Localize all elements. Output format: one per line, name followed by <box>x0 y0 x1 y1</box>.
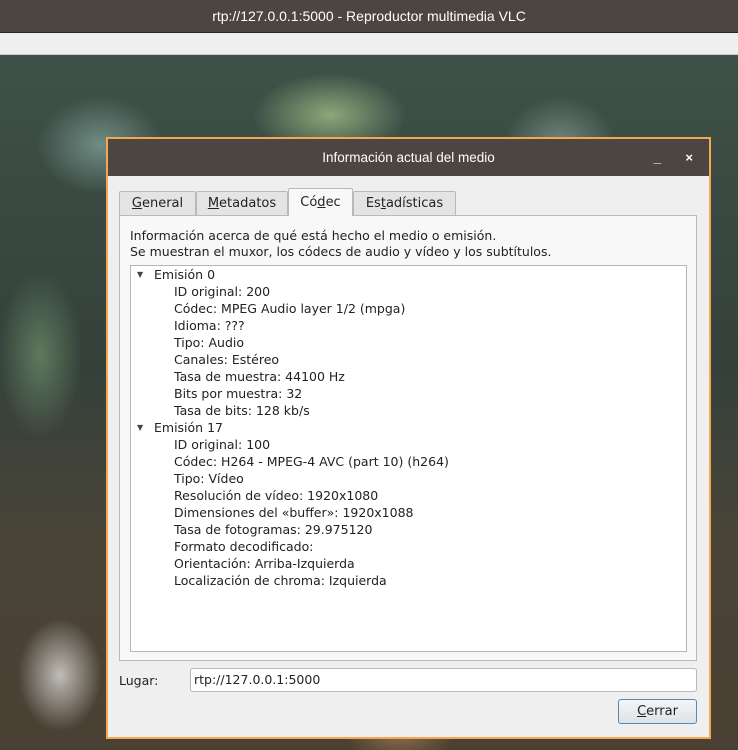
stream-property[interactable]: Formato decodificado: <box>131 538 686 555</box>
stream-property[interactable]: Orientación: Arriba-Izquierda <box>131 555 686 572</box>
tab-mnemonic: M <box>207 196 220 211</box>
stream-node[interactable]: ▼ Emisión 0 <box>131 266 686 283</box>
tab-label: Es <box>365 196 381 211</box>
close-icon[interactable]: × <box>685 139 693 176</box>
minimize-button[interactable]: _ <box>653 139 661 176</box>
button-label: errar <box>646 704 678 719</box>
stream-name: Emisión 0 <box>154 267 216 282</box>
stream-node[interactable]: ▼ Emisión 17 <box>131 419 686 436</box>
stream-property[interactable]: Tipo: Vídeo <box>131 470 686 487</box>
close-button[interactable]: Cerrar <box>618 699 697 724</box>
tab-general[interactable]: General <box>119 191 196 215</box>
codec-description: Información acerca de qué está hecho el … <box>130 228 551 260</box>
stream-property[interactable]: Tipo: Audio <box>131 334 686 351</box>
dialog-title: Información actual del medio <box>322 150 495 165</box>
stream-property[interactable]: Códec: H264 - MPEG-4 AVC (part 10) (h264… <box>131 453 686 470</box>
stream-property[interactable]: Tasa de bits: 128 kb/s <box>131 402 686 419</box>
stream-property[interactable]: ID original: 100 <box>131 436 686 453</box>
tab-mnemonic: d <box>317 195 326 210</box>
stream-property[interactable]: Tasa de muestra: 44100 Hz <box>131 368 686 385</box>
window-title: rtp://127.0.0.1:5000 - Reproductor multi… <box>212 8 526 24</box>
codec-panel: Información acerca de qué está hecho el … <box>119 215 697 661</box>
tab-metadatos[interactable]: Metadatos <box>196 191 288 215</box>
tab-label: Có <box>300 195 318 210</box>
button-mnemonic: C <box>637 704 647 719</box>
tab-mnemonic: G <box>131 196 142 211</box>
tab-label: eneral <box>141 196 184 211</box>
location-field[interactable]: rtp://127.0.0.1:5000 <box>190 668 697 692</box>
tab-estadisticas[interactable]: Estadísticas <box>353 191 456 215</box>
stream-property[interactable]: Códec: MPEG Audio layer 1/2 (mpga) <box>131 300 686 317</box>
dialog-title-bar[interactable]: Información actual del medio _ × <box>108 139 709 176</box>
expand-arrow-icon[interactable]: ▼ <box>137 266 154 283</box>
description-line: Se muestran el muxor, los códecs de audi… <box>130 244 552 259</box>
expand-arrow-icon[interactable]: ▼ <box>137 419 154 436</box>
location-label: Lugar: <box>119 673 159 688</box>
stream-property[interactable]: Tasa de fotogramas: 29.975120 <box>131 521 686 538</box>
window-title-bar: rtp://127.0.0.1:5000 - Reproductor multi… <box>0 0 738 33</box>
stream-name: Emisión 17 <box>154 420 223 435</box>
tab-label: adísticas <box>385 196 444 211</box>
stream-property[interactable]: Localización de chroma: Izquierda <box>131 572 686 589</box>
media-info-dialog: Información actual del medio _ × General… <box>106 137 711 739</box>
description-line: Información acerca de qué está hecho el … <box>130 228 497 243</box>
tab-label: ec <box>325 195 341 210</box>
tab-codec[interactable]: Códec <box>288 188 353 216</box>
stream-property[interactable]: Bits por muestra: 32 <box>131 385 686 402</box>
stream-property[interactable]: Canales: Estéreo <box>131 351 686 368</box>
stream-tree[interactable]: ▼ Emisión 0 ID original: 200 Códec: MPEG Au… <box>130 265 687 652</box>
stream-property[interactable]: Dimensiones del «buffer»: 1920x1088 <box>131 504 686 521</box>
tab-label: etadatos <box>219 196 277 211</box>
stream-property[interactable]: ID original: 200 <box>131 283 686 300</box>
stream-property[interactable]: Idioma: ??? <box>131 317 686 334</box>
stream-property[interactable]: Resolución de vídeo: 1920x1080 <box>131 487 686 504</box>
menu-bar <box>0 33 738 55</box>
